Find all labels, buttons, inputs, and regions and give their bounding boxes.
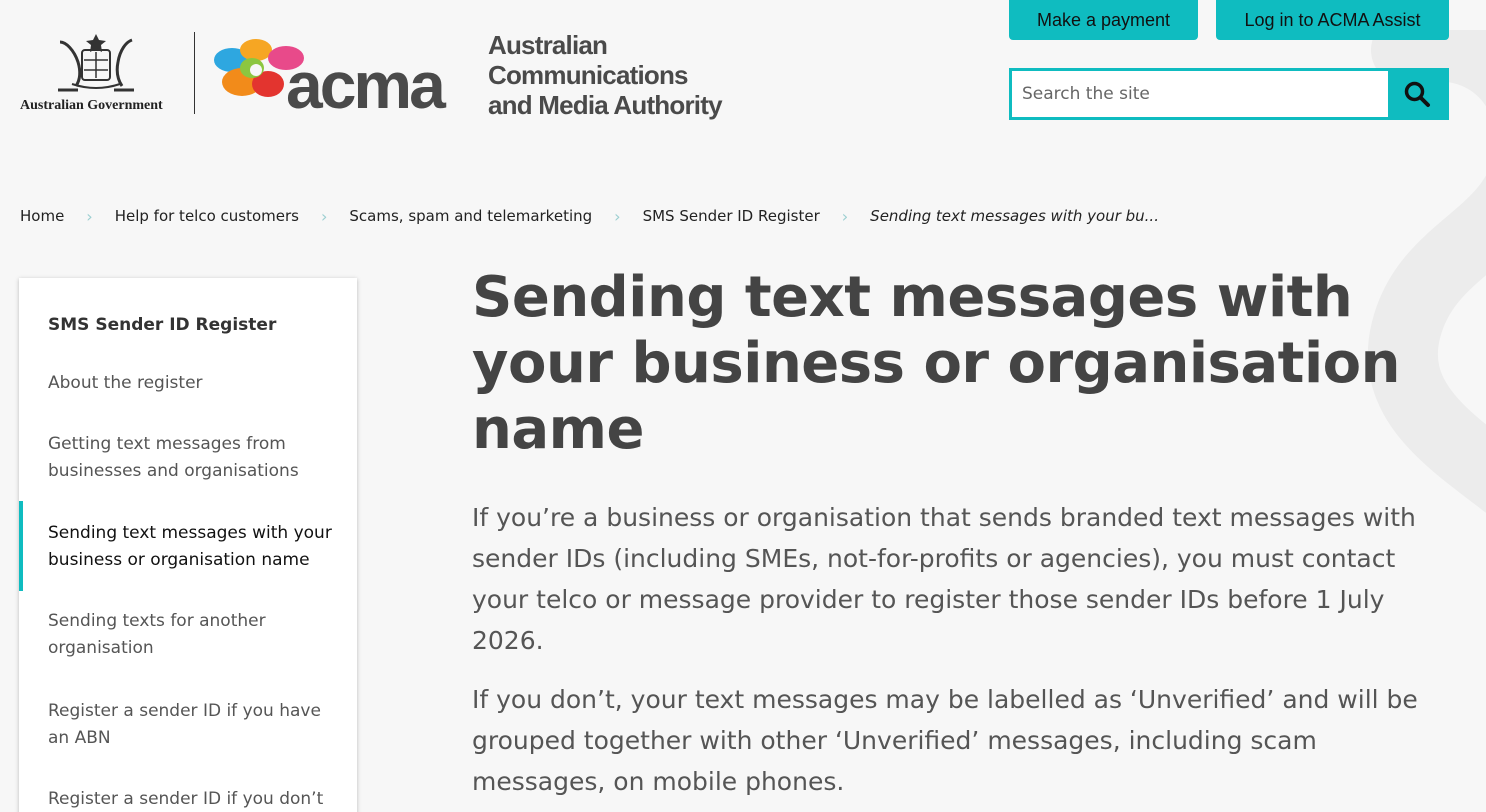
chevron-right-icon: › <box>614 206 621 226</box>
sidebar-item-register-abn[interactable]: Register a sender ID if you have an ABN <box>48 698 338 752</box>
breadcrumb-home[interactable]: Home <box>20 207 64 225</box>
breadcrumb-sms-register[interactable]: SMS Sender ID Register <box>643 207 820 225</box>
sidebar-item-sending-texts[interactable]: Sending text messages with your business… <box>48 520 338 574</box>
government-label: Australian Government <box>20 98 163 113</box>
intro-paragraph: If you’re a business or organisation tha… <box>472 503 1416 655</box>
site-search <box>1009 68 1449 120</box>
active-indicator <box>19 501 23 591</box>
chevron-right-icon: › <box>320 206 328 226</box>
acma-wordmark[interactable]: acma <box>286 52 446 118</box>
australian-government-logo[interactable]: Australian Government <box>20 30 180 120</box>
acma-full-name: Australian Communications and Media Auth… <box>488 30 723 120</box>
sidebar-title[interactable]: SMS Sender ID Register <box>48 315 276 335</box>
chevron-right-icon: › <box>841 206 849 226</box>
main-content: Sending text messages with your business… <box>472 265 1432 802</box>
sidebar-item-register-no-abn[interactable]: Register a sender ID if you don’t <box>48 786 338 812</box>
acma-name-line: Communications <box>488 60 689 90</box>
search-button[interactable] <box>1388 71 1446 117</box>
page-title: Sending text messages with your business… <box>472 265 1400 462</box>
login-acma-assist-button[interactable]: Log in to ACMA Assist <box>1216 0 1449 40</box>
sidebar-item-about[interactable]: About the register <box>48 370 338 397</box>
search-input[interactable] <box>1012 71 1388 117</box>
search-icon <box>1404 81 1430 107</box>
section-sidebar: SMS Sender ID Register About the registe… <box>19 278 357 812</box>
breadcrumb-current: Sending text messages with your bu... <box>870 207 1159 225</box>
breadcrumb-help-telco[interactable]: Help for telco customers <box>115 207 299 225</box>
coat-of-arms-icon <box>58 34 134 92</box>
site-header: Australian Government acma Australian Co… <box>0 0 1486 160</box>
make-payment-button[interactable]: Make a payment <box>1009 0 1198 40</box>
breadcrumb: Home › Help for telco customers › Scams,… <box>20 205 1159 227</box>
sidebar-item-getting-texts[interactable]: Getting text messages from businesses an… <box>48 431 338 485</box>
chevron-right-icon: › <box>86 206 93 226</box>
sidebar-item-another-org[interactable]: Sending texts for another organisation <box>48 608 338 662</box>
breadcrumb-scams[interactable]: Scams, spam and telemarketing <box>349 207 592 225</box>
acma-name-line: and Media Authority <box>488 90 723 120</box>
intro-paragraph: If you don’t, your text messages may be … <box>472 685 1418 796</box>
acma-name-line: Australian <box>488 30 608 60</box>
logo-divider <box>194 32 195 114</box>
